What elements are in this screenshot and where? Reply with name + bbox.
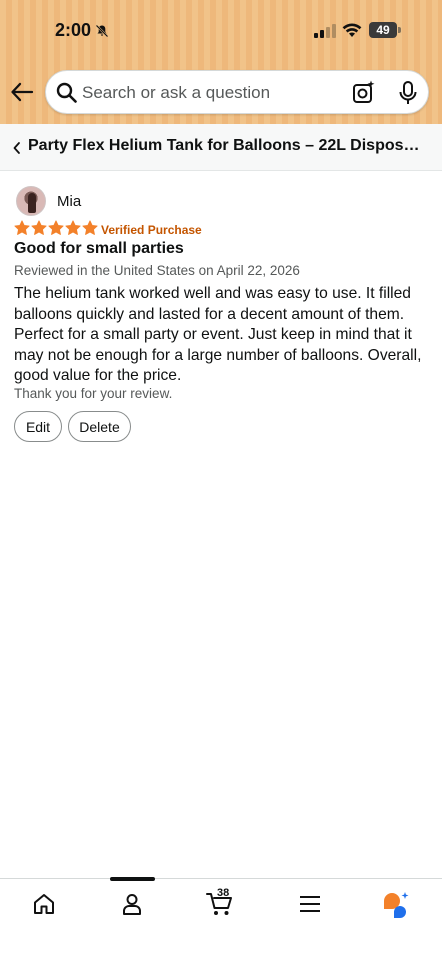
battery-cap: [398, 27, 401, 33]
wifi-icon: [342, 23, 362, 37]
search-bar[interactable]: [45, 70, 429, 114]
product-title-link[interactable]: Party Flex Helium Tank for Balloons – 22…: [28, 137, 428, 155]
camera-lens-icon[interactable]: [352, 80, 376, 104]
edit-button[interactable]: Edit: [14, 411, 62, 442]
search-input[interactable]: [82, 81, 342, 105]
bell-slash-icon: [95, 24, 109, 37]
review-date: Reviewed in the United States on April 2…: [14, 263, 300, 278]
nav-menu[interactable]: [290, 889, 330, 919]
battery-level: 49: [376, 23, 390, 37]
delete-button[interactable]: Delete: [68, 411, 131, 442]
app-header: 2:00 49: [0, 0, 442, 124]
rufus-icon: [384, 892, 409, 918]
reviewer-name: Mia: [57, 193, 82, 210]
nav-account[interactable]: [112, 889, 152, 919]
status-bar: 2:00 49: [0, 0, 442, 62]
back-arrow-icon[interactable]: [10, 80, 34, 104]
home-icon: [34, 894, 54, 914]
search-icon: [56, 82, 77, 103]
cart-count: 38: [217, 887, 230, 899]
review-body: The helium tank worked well and was easy…: [14, 285, 422, 384]
microphone-icon[interactable]: [398, 81, 418, 105]
status-time-text: 2:00: [55, 20, 92, 40]
star-icon: [82, 220, 98, 235]
active-tab-indicator: [110, 877, 155, 881]
nav-rufus[interactable]: [376, 889, 416, 919]
nav-cart[interactable]: 38: [200, 887, 240, 919]
nav-home[interactable]: [24, 889, 64, 919]
battery-icon: 49: [369, 22, 397, 38]
star-icon: [31, 220, 47, 235]
verified-purchase-badge: Verified Purchase: [101, 223, 202, 237]
avatar: [16, 186, 46, 216]
review-thanks: Thank you for your review.: [14, 386, 173, 401]
avatar-figure: [28, 193, 36, 213]
menu-icon: [300, 896, 320, 912]
review-title: Good for small parties: [14, 240, 184, 257]
star-icon: [65, 220, 81, 235]
breadcrumb[interactable]: Party Flex Helium Tank for Balloons – 22…: [0, 124, 442, 171]
chevron-left-icon: [13, 142, 20, 154]
bottom-nav: 38: [0, 877, 442, 960]
star-icon: [48, 220, 64, 235]
status-time: 2:00: [55, 20, 109, 41]
signal-icon: [314, 24, 336, 38]
star-rating: [14, 220, 98, 236]
star-icon: [14, 220, 30, 235]
account-icon: [123, 894, 141, 915]
